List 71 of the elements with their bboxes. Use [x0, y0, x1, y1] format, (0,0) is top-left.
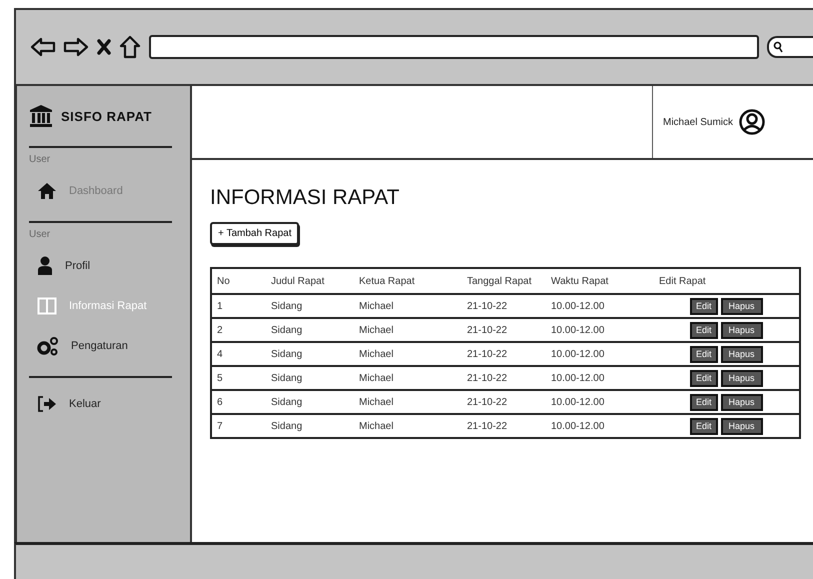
edit-button[interactable]: Edit [690, 322, 718, 338]
home-icon [37, 182, 57, 200]
search-icon [773, 41, 783, 53]
back-icon[interactable] [30, 36, 56, 58]
delete-button[interactable]: Hapus [720, 418, 763, 434]
section-label: User [29, 154, 52, 165]
table-cell-text: Sidang [270, 420, 304, 432]
delete-button[interactable]: Hapus [720, 322, 763, 338]
avatar-icon[interactable] [739, 109, 766, 135]
table-cell-text: 10.00-12.00 [550, 396, 606, 408]
table-cell-text: 5 [216, 372, 224, 384]
search-field[interactable] [767, 36, 813, 58]
edit-button[interactable]: Edit [690, 346, 718, 362]
table-cell-text: 21-10-22 [466, 372, 508, 384]
delete-button[interactable]: Hapus [720, 370, 763, 386]
sidebar-item[interactable]: Keluar [29, 384, 172, 424]
forward-icon[interactable] [63, 36, 89, 58]
delete-button[interactable]: Hapus [720, 394, 763, 410]
address-field[interactable] [149, 35, 759, 59]
close-icon[interactable] [96, 38, 112, 56]
add-button[interactable]: + Tambah Rapat [210, 222, 300, 245]
column-header: Edit Rapat [658, 276, 707, 286]
table-cell-text: Sidang [270, 348, 304, 360]
column-header: No [216, 276, 231, 286]
section-label: User [29, 229, 52, 240]
table-cell-text: 21-10-22 [466, 348, 508, 360]
table-cell-text: 7 [216, 420, 224, 432]
table-cell-text: 4 [216, 348, 224, 360]
delete-button[interactable]: Hapus [720, 298, 763, 314]
edit-button[interactable]: Edit [690, 298, 718, 314]
bank-icon [29, 104, 53, 128]
table-cell-text: 10.00-12.00 [550, 420, 606, 432]
columns-icon [37, 297, 57, 315]
table-cell-text: Sidang [270, 324, 304, 336]
table-cell-text: 6 [216, 396, 224, 408]
logout-icon [37, 395, 57, 413]
column-header: Waktu Rapat [550, 276, 610, 286]
column-header: Ketua Rapat [358, 276, 416, 286]
user-name: Michael Sumick [663, 116, 734, 128]
table-cell-text: 10.00-12.00 [550, 348, 606, 360]
table-cell-text: Sidang [270, 300, 304, 312]
table-cell-text: 1 [216, 300, 224, 312]
home-icon[interactable] [119, 35, 141, 59]
table-cell-text: Michael [358, 348, 394, 360]
app-logo-text: SISFO RAPAT [61, 108, 152, 124]
table-cell-text: Michael [358, 324, 394, 336]
table-cell-text: Michael [358, 300, 394, 312]
user-icon [37, 256, 53, 276]
table-cell-text: 21-10-22 [466, 420, 508, 432]
sidebar-item[interactable]: Profil [29, 246, 172, 286]
column-header: Tanggal Rapat [466, 276, 532, 286]
sidebar-item[interactable]: Pengaturan [29, 326, 172, 366]
table-cell-text: Michael [358, 420, 394, 432]
edit-button[interactable]: Edit [690, 370, 718, 386]
page-title: INFORMASI RAPAT [210, 186, 400, 210]
table-cell-text: 10.00-12.00 [550, 300, 606, 312]
table-cell-text: 21-10-22 [466, 396, 508, 408]
delete-button[interactable]: Hapus [720, 346, 763, 362]
table-cell-text: 21-10-22 [466, 324, 508, 336]
column-header: Judul Rapat [270, 276, 326, 286]
table-cell-text: Sidang [270, 396, 304, 408]
gears-icon [37, 336, 59, 356]
table-cell-text: 10.00-12.00 [550, 372, 606, 384]
table-cell-text: 10.00-12.00 [550, 324, 606, 336]
edit-button[interactable]: Edit [690, 394, 718, 410]
table-cell-text: Sidang [270, 372, 304, 384]
table-cell-text: Michael [358, 396, 394, 408]
edit-button[interactable]: Edit [690, 418, 718, 434]
table-cell-text: 2 [216, 324, 224, 336]
table-cell-text: Michael [358, 372, 394, 384]
table-cell-text: 21-10-22 [466, 300, 508, 312]
